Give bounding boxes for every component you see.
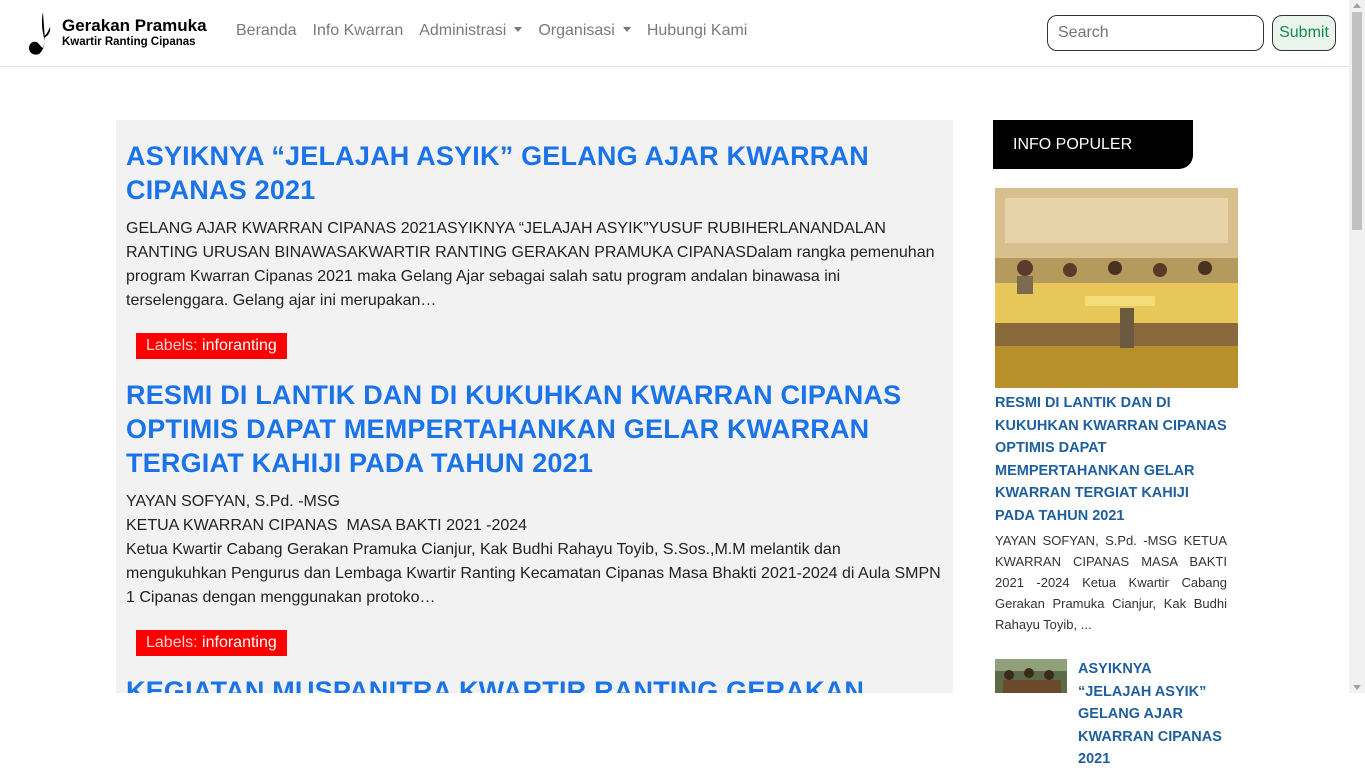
label-link[interactable]: inforanting [202, 634, 277, 651]
submit-button[interactable]: Submit [1272, 15, 1336, 51]
main-content: ASYIKNYA “JELAJAH ASYIK” GELANG AJAR KWA… [116, 120, 953, 693]
post-label-tag: Labels: inforanting [136, 630, 287, 656]
nav-dropdown-organisasi-label: Organisasi [538, 22, 615, 39]
nav-dropdown-administrasi-label: Administrasi [419, 22, 507, 39]
nav-link-info-kwarran[interactable]: Info Kwarran [305, 20, 412, 42]
label-prefix: Labels: [146, 337, 198, 354]
post-excerpt: YAYAN SOFYAN, S.Pd. -MSG KETUA KWARRAN C… [126, 490, 943, 610]
popular-post-title[interactable]: ASYIKNYA “JELAJAH ASYIK” GELANG AJAR KWA… [1078, 658, 1228, 771]
nav-link-hubungi-kami[interactable]: Hubungi Kami [639, 20, 756, 42]
post-title[interactable]: ASYIKNYA “JELAJAH ASYIK” GELANG AJAR KWA… [126, 139, 943, 207]
post-card: ASYIKNYA “JELAJAH ASYIK” GELANG AJAR KWA… [116, 139, 953, 313]
popular-post-excerpt: YAYAN SOFYAN, S.Pd. -MSG KETUA KWARRAN C… [995, 533, 1227, 632]
brand-subtitle: Kwartir Ranting Cipanas [62, 36, 196, 49]
scroll-up-arrow-icon[interactable] [1353, 3, 1361, 8]
post-card: KEGIATAN MUSPANITRA KWARTIR RANTING GERA… [116, 674, 953, 693]
search-input[interactable] [1047, 15, 1264, 51]
navbar: Gerakan Pramuka Kwartir Ranting Cipanas … [0, 0, 1349, 67]
post-title[interactable]: RESMI DI LANTIK DAN DI KUKUHKAN KWARRAN … [126, 378, 943, 480]
label-prefix: Labels: [146, 634, 198, 651]
label-link[interactable]: inforanting [202, 337, 277, 354]
brand-text: Gerakan Pramuka Kwartir Ranting Cipanas [62, 17, 207, 48]
post-label-tag: Labels: inforanting [136, 333, 287, 359]
chevron-down-icon [514, 27, 523, 32]
post-excerpt-line: KETUA KWARRAN CIPANAS MASA BAKTI 2021 -2… [126, 517, 528, 534]
nav-link-beranda[interactable]: Beranda [228, 20, 305, 42]
nav-dropdown-organisasi[interactable]: Organisasi [530, 20, 638, 42]
post-card: RESMI DI LANTIK DAN DI KUKUHKAN KWARRAN … [116, 378, 953, 610]
post-excerpt-line: YAYAN SOFYAN, S.Pd. -MSG [126, 493, 340, 510]
popular-post-thumbnail[interactable] [995, 659, 1067, 693]
scrollbar-thumb[interactable] [1352, 12, 1362, 230]
scroll-down-arrow-icon[interactable] [1353, 685, 1361, 690]
nav-dropdown-administrasi[interactable]: Administrasi [411, 20, 530, 42]
post-title[interactable]: KEGIATAN MUSPANITRA KWARTIR RANTING GERA… [126, 674, 943, 693]
post-excerpt: GELANG AJAR KWARRAN CIPANAS 2021ASYIKNYA… [126, 220, 935, 309]
brand[interactable]: Gerakan Pramuka Kwartir Ranting Cipanas [26, 10, 207, 56]
nav-menu: Beranda Info Kwarran Administrasi Organi… [228, 20, 755, 42]
popular-post-title[interactable]: RESMI DI LANTIK DAN DI KUKUHKAN KWARRAN … [995, 392, 1227, 528]
popular-post-image[interactable] [995, 188, 1238, 388]
brand-title: Gerakan Pramuka [62, 16, 207, 36]
post-excerpt-line: Ketua Kwartir Cabang Gerakan Pramuka Cia… [126, 541, 941, 606]
sidebar-header: INFO POPULER [993, 120, 1193, 169]
chevron-down-icon [622, 27, 631, 32]
page-scrollbar[interactable] [1349, 0, 1365, 693]
tunas-kelapa-logo-icon [29, 12, 51, 55]
